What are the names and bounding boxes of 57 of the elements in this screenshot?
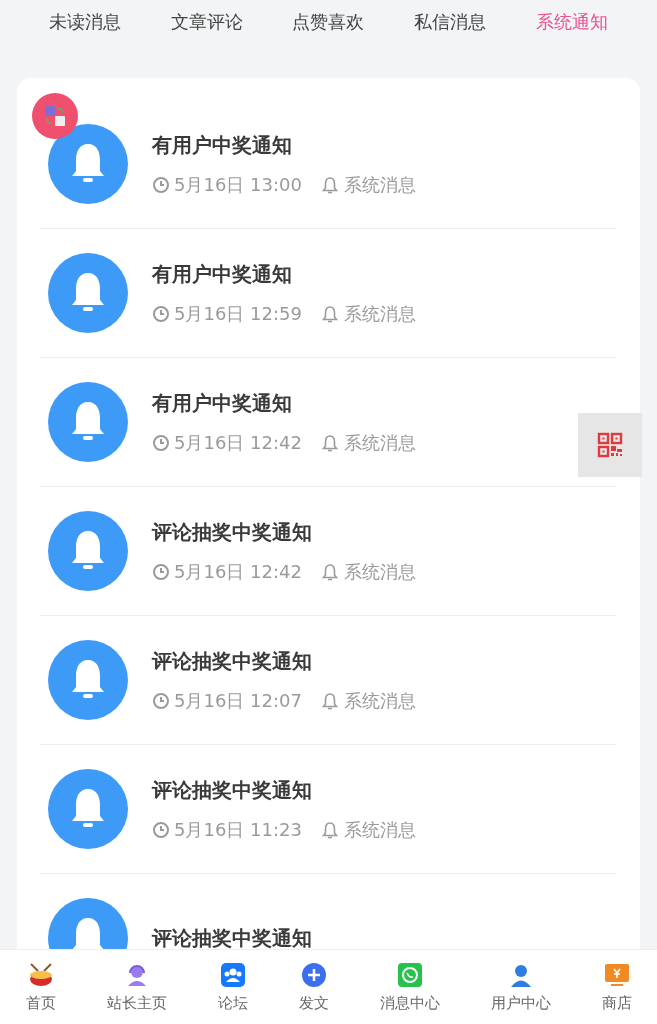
clock-icon <box>152 304 170 323</box>
bell-icon <box>48 253 128 333</box>
bell-icon <box>319 690 340 711</box>
notification-title: 有用户中奖通知 <box>152 131 293 159</box>
bell-icon <box>319 561 340 582</box>
drum-icon <box>27 961 54 988</box>
bell-icon <box>319 174 340 195</box>
chat-icon <box>396 961 423 988</box>
notification-title: 有用户中奖通知 <box>152 389 293 417</box>
notification-title: 评论抽奖中奖通知 <box>152 776 313 804</box>
notification-title: 有用户中奖通知 <box>152 260 293 288</box>
clock-icon <box>152 691 170 710</box>
bell-icon <box>48 769 128 849</box>
bell-icon <box>48 511 128 591</box>
clock-icon <box>152 175 170 194</box>
notification-category: 系统消息 <box>343 559 416 584</box>
nav-item[interactable]: 消息中心 <box>379 993 440 1013</box>
nav-item[interactable]: 站长主页 <box>106 993 167 1013</box>
tab[interactable]: 未读消息 <box>48 10 121 52</box>
group-icon <box>219 961 246 988</box>
notification-time: 5月16日 12:59 <box>174 301 302 326</box>
notification-title: 评论抽奖中奖通知 <box>152 518 313 546</box>
qr-code-button[interactable] <box>578 413 642 477</box>
notification-time: 5月16日 11:23 <box>174 817 302 842</box>
nav-item[interactable]: 商店 <box>601 993 632 1013</box>
notification-time: 5月16日 13:00 <box>174 172 302 197</box>
nav-item[interactable]: 论坛 <box>217 993 248 1013</box>
notification-category: 系统消息 <box>343 172 416 197</box>
nav-item[interactable]: 用户中心 <box>490 993 551 1013</box>
shop-icon <box>603 961 630 988</box>
nav-item[interactable]: 首页 <box>25 993 56 1013</box>
bell-icon <box>48 124 128 204</box>
plus-icon <box>300 961 327 988</box>
tab[interactable]: 点赞喜欢 <box>292 10 365 52</box>
bell-icon <box>319 819 340 840</box>
notification-time: 5月16日 12:42 <box>174 559 302 584</box>
notification-title: 评论抽奖中奖通知 <box>152 647 313 675</box>
bell-icon <box>319 303 340 324</box>
notification-time: 5月16日 12:07 <box>174 688 302 713</box>
bell-icon <box>48 640 128 720</box>
notification-category: 系统消息 <box>343 301 416 326</box>
notification-time: 5月16日 12:42 <box>174 430 302 455</box>
nav-item[interactable]: 发文 <box>298 993 329 1013</box>
notification-category: 系统消息 <box>343 817 416 842</box>
clock-icon <box>152 562 170 581</box>
clock-icon <box>152 820 170 839</box>
tab[interactable]: 文章评论 <box>170 10 243 52</box>
tab[interactable]: 私信消息 <box>414 10 487 52</box>
qr-code-icon <box>597 432 623 458</box>
bell-icon <box>48 382 128 462</box>
clock-icon <box>152 433 170 452</box>
notification-category: 系统消息 <box>343 688 416 713</box>
bell-icon <box>319 432 340 453</box>
translate-icon <box>43 104 67 128</box>
notification-category: 系统消息 <box>343 430 416 455</box>
tab[interactable]: 系统通知 <box>536 10 609 52</box>
notification-title: 评论抽奖中奖通知 <box>152 924 312 949</box>
